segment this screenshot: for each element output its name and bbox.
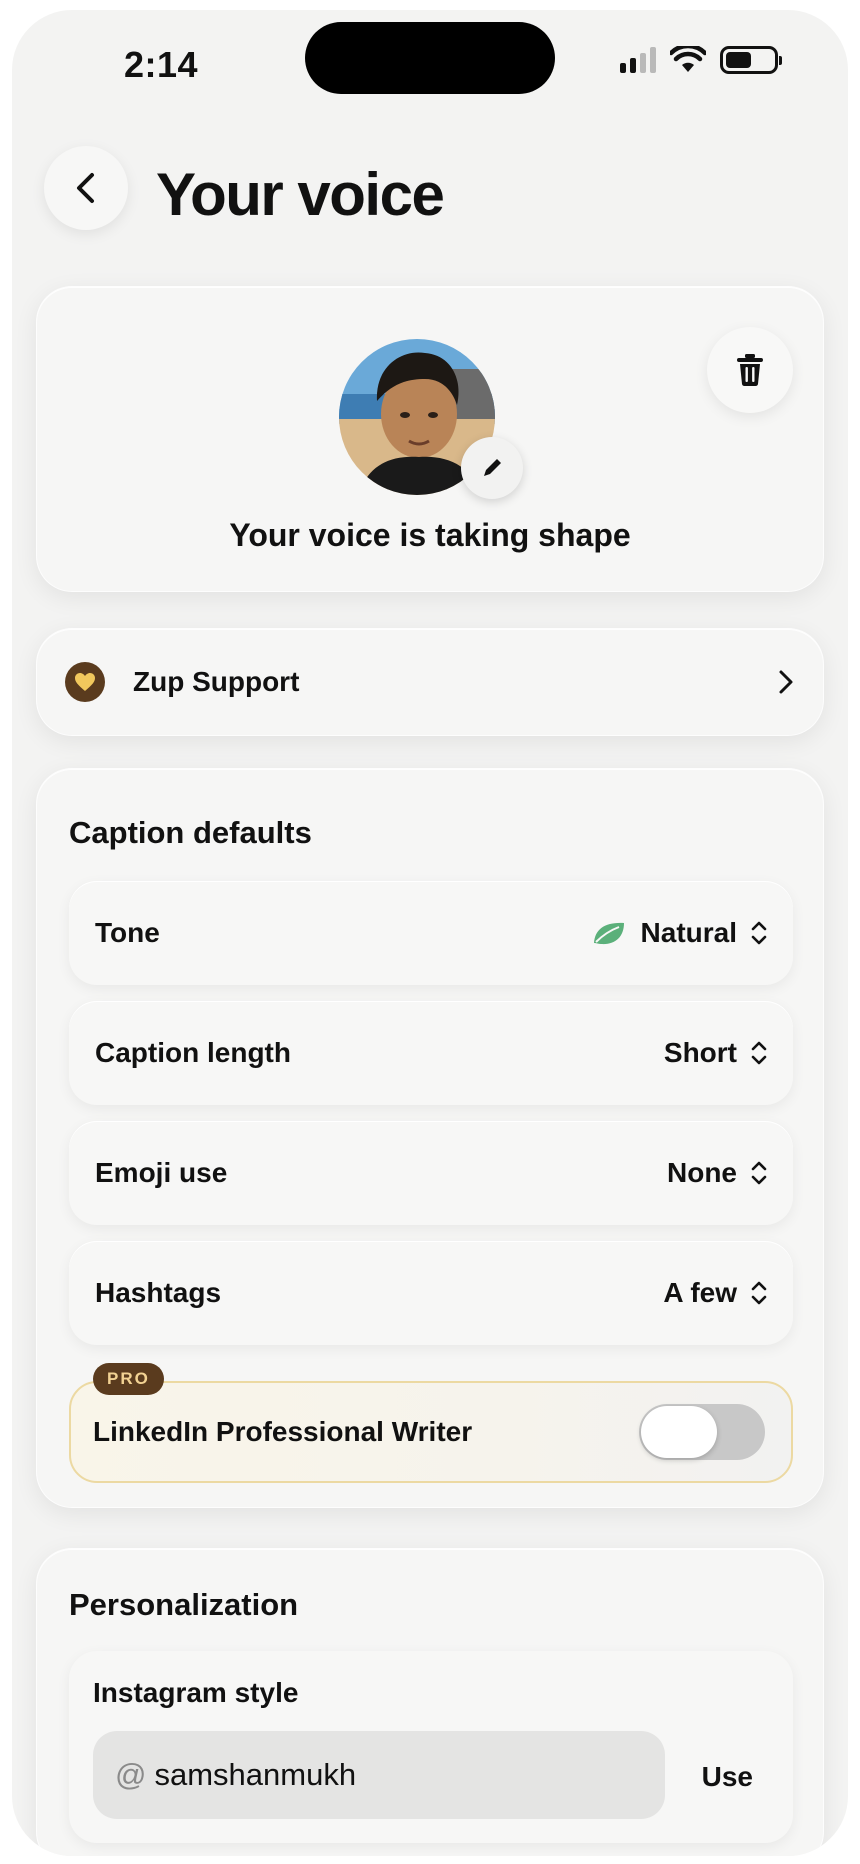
row-label: Emoji use [95,1157,228,1188]
row-value-text: Short [663,1037,737,1068]
wifi-icon [670,46,706,72]
emoji-use-row[interactable]: Emoji use None [69,1121,793,1225]
tone-select[interactable]: Natural [591,917,767,949]
battery-icon [720,46,782,74]
at-prefix: @ [115,1757,147,1792]
edit-avatar-button[interactable] [461,437,523,499]
chevron-up-down-icon [751,1161,767,1185]
row-value-text: None [667,1157,737,1188]
chevron-up-down-icon [751,1281,767,1305]
caption-length-select[interactable]: Short [664,1037,767,1069]
status-time: 2:14 [124,44,199,85]
chevron-right-icon [779,670,793,694]
row-value-text: A few [663,1277,737,1308]
status-icons [620,46,782,74]
row-label: Caption length [95,1037,291,1068]
support-label: Zup Support [133,666,300,697]
dynamic-island [305,22,555,94]
linkedin-writer-row: LinkedIn Professional Writer [69,1381,793,1483]
hashtags-row[interactable]: Hashtags A few [69,1241,793,1345]
delete-button[interactable] [707,327,793,413]
zup-support-row[interactable]: Zup Support [36,628,824,736]
row-label: Hashtags [95,1277,222,1308]
emoji-use-select[interactable]: None [667,1157,767,1189]
row-label: LinkedIn Professional Writer [93,1416,473,1447]
caption-length-row[interactable]: Caption length Short [69,1001,793,1105]
back-button[interactable] [44,146,128,230]
chevron-up-down-icon [751,921,767,945]
profile-card: Your voice is taking shape [36,286,824,592]
personalization-card: Personalization Instagram style @ samsha… [36,1548,824,1856]
row-value-text: Natural [640,917,737,948]
hashtags-select[interactable]: A few [663,1277,767,1309]
pencil-icon [484,459,501,476]
linkedin-writer-toggle[interactable] [639,1404,765,1460]
signal-icon [620,47,656,73]
heart-icon [65,662,105,702]
profile-subtitle: Your voice is taking shape [229,517,631,553]
chevron-left-icon [77,173,94,203]
page-title: Your voice [156,161,445,228]
instagram-style-label: Instagram style [93,1677,299,1708]
chevron-up-down-icon [751,1041,767,1065]
section-title: Caption defaults [69,815,312,850]
caption-defaults-card: Caption defaults Tone Natural Caption le… [36,768,824,1508]
instagram-style-box: Instagram style @ samshanmukh Use [69,1651,793,1843]
instagram-handle-input[interactable]: @ samshanmukh [93,1731,665,1819]
use-button[interactable]: Use [702,1761,753,1793]
instagram-handle-value: samshanmukh [154,1757,357,1792]
phone-screen: 2:14 Your voice Your voice is taking sha… [12,10,848,1856]
trash-icon [737,354,763,386]
toggle-knob [641,1406,717,1458]
row-label: Tone [95,917,160,948]
tone-row[interactable]: Tone Natural [69,881,793,985]
pro-badge: PRO [93,1363,164,1395]
section-title: Personalization [69,1587,299,1622]
leaf-icon [593,922,624,945]
